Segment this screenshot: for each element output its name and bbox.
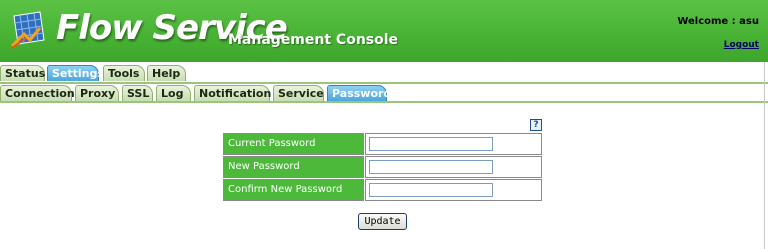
sub-tab-divider [0,101,768,103]
main-tab-divider [0,82,768,84]
app-subtitle: Management Console [228,32,399,48]
subtab-service[interactable]: Service [273,85,324,101]
confirm-password-cell [365,179,542,201]
confirm-password-row: Confirm New Password [223,179,542,201]
tab-status[interactable]: Status [0,65,45,81]
content-border [764,62,765,249]
header-bar: Flow Service Management Console Welcome … [0,0,768,62]
help-question-icon[interactable]: ? [530,119,542,131]
confirm-password-input[interactable] [369,183,493,197]
tab-settings[interactable]: Settings [47,65,104,81]
subtab-notification[interactable]: Notification [194,85,271,101]
current-password-label: Current Password [223,133,364,155]
subtab-connection[interactable]: Connection [0,85,75,101]
current-password-cell [365,133,542,155]
welcome-message: Welcome : asu [677,16,759,27]
new-password-label: New Password [223,156,364,178]
subtab-ssl[interactable]: SSL [122,85,153,101]
subtab-log[interactable]: Log [156,85,191,101]
current-password-row: Current Password [223,133,542,155]
logout-link[interactable]: Logout [724,40,759,50]
flow-logo-icon [10,11,45,49]
new-password-cell [365,156,542,178]
new-password-row: New Password [223,156,542,178]
current-password-input[interactable] [369,137,493,151]
tab-tools[interactable]: Tools [103,65,145,81]
new-password-input[interactable] [369,160,493,174]
sub-tab-bar: Connection Proxy SSL Log Notification Se… [0,85,768,101]
username: asu [739,16,759,27]
subtab-password[interactable]: Password [327,85,391,101]
subtab-proxy[interactable]: Proxy [75,85,119,101]
main-tab-bar: Status Settings Tools Help [0,65,768,81]
tab-help[interactable]: Help [147,65,186,81]
update-button[interactable]: Update [358,213,407,230]
welcome-label: Welcome : [677,16,736,27]
confirm-password-label: Confirm New Password [223,179,364,201]
